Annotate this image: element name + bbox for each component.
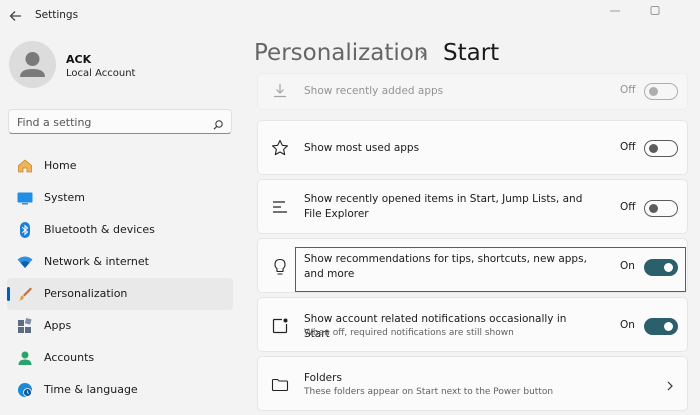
user-icon <box>20 52 45 77</box>
sidebar-item-label: Time & language <box>44 383 138 396</box>
setting-title: Show recently added apps <box>304 85 444 97</box>
sidebar-item-apps[interactable]: Apps <box>7 310 233 342</box>
sidebar-item-label: Network & internet <box>44 255 149 268</box>
sidebar-item-accounts[interactable]: Accounts <box>7 342 233 374</box>
page-title: Start <box>443 40 500 66</box>
setting-account-notifications: Show account related notifications occas… <box>257 297 688 352</box>
wifi-icon <box>16 253 34 271</box>
sidebar-item-label: Accounts <box>44 351 95 364</box>
user-name: ACK <box>66 53 92 66</box>
toggle-knob <box>649 204 658 213</box>
toggle-knob <box>649 87 658 96</box>
title-bar: Settings <box>0 0 700 32</box>
person-icon <box>16 349 34 367</box>
setting-folders[interactable]: Folders These folders appear on Start ne… <box>257 356 688 411</box>
search-input[interactable] <box>17 114 207 130</box>
paintbrush-icon <box>16 285 34 303</box>
maximize-button[interactable] <box>647 3 663 17</box>
toggle-state: Off <box>620 84 636 96</box>
recently-opened-items-toggle[interactable] <box>644 200 678 217</box>
star-icon <box>270 138 290 158</box>
list-icon <box>270 197 290 217</box>
sidebar-item-home[interactable]: Home <box>7 150 233 182</box>
folder-icon <box>270 375 290 395</box>
home-icon <box>16 157 34 175</box>
window-title: Settings <box>35 9 79 21</box>
setting-title: Show most used apps <box>304 142 420 154</box>
download-icon <box>270 81 290 101</box>
sidebar-item-label: System <box>44 191 86 204</box>
setting-recently-opened-items: Show recently opened items in Start, Jum… <box>257 179 688 234</box>
sidebar-item-system[interactable]: System <box>7 182 233 214</box>
toggle-knob <box>664 322 673 331</box>
lightbulb-icon <box>270 257 290 277</box>
toggle-state: Off <box>620 141 636 153</box>
monitor-icon <box>16 189 34 207</box>
sidebar-item-time-language[interactable]: Time & language <box>7 374 233 406</box>
most-used-apps-toggle[interactable] <box>644 140 678 157</box>
sidebar-nav: Home System Bluetooth & devices Network … <box>7 150 233 406</box>
setting-title: Folders <box>304 372 342 384</box>
minimize-button[interactable] <box>607 3 623 17</box>
arrow-left-icon <box>9 11 21 21</box>
setting-description: When off, required notifications are sti… <box>304 328 514 338</box>
maximize-icon <box>650 6 660 15</box>
recently-added-apps-toggle[interactable] <box>644 83 678 100</box>
setting-most-used-apps: Show most used apps Off <box>257 120 688 175</box>
sidebar-item-label: Apps <box>44 319 72 332</box>
active-indicator <box>7 287 10 301</box>
sidebar-item-personalization[interactable]: Personalization <box>7 278 233 310</box>
notification-icon <box>270 316 290 336</box>
sidebar-item-label: Home <box>44 159 77 172</box>
sidebar-item-network[interactable]: Network & internet <box>7 246 233 278</box>
account-type: Local Account <box>66 68 136 79</box>
minimize-icon <box>610 10 620 12</box>
search-box[interactable] <box>8 109 232 134</box>
setting-recently-added-apps: Show recently added apps Off <box>257 73 688 110</box>
setting-title: Show recently opened items in Start, Jum… <box>304 193 583 220</box>
bluetooth-icon <box>16 221 34 239</box>
toggle-state: Off <box>620 201 636 213</box>
sidebar-item-label: Bluetooth & devices <box>44 223 155 236</box>
highlight-box <box>295 247 686 292</box>
toggle-state: On <box>620 319 635 331</box>
toggle-knob <box>649 144 658 153</box>
breadcrumb-parent[interactable]: Personalization <box>254 40 428 66</box>
sidebar-item-bluetooth[interactable]: Bluetooth & devices <box>7 214 233 246</box>
chevron-right-icon <box>665 378 675 392</box>
back-button[interactable] <box>6 6 26 26</box>
globe-clock-icon <box>16 381 34 399</box>
avatar[interactable] <box>9 41 56 88</box>
account-notifications-toggle[interactable] <box>644 318 678 335</box>
search-icon[interactable] <box>212 116 224 130</box>
sidebar-item-label: Personalization <box>44 287 128 300</box>
setting-description: These folders appear on Start next to th… <box>304 387 554 397</box>
breadcrumb-separator: › <box>419 43 427 65</box>
apps-icon <box>16 317 34 335</box>
